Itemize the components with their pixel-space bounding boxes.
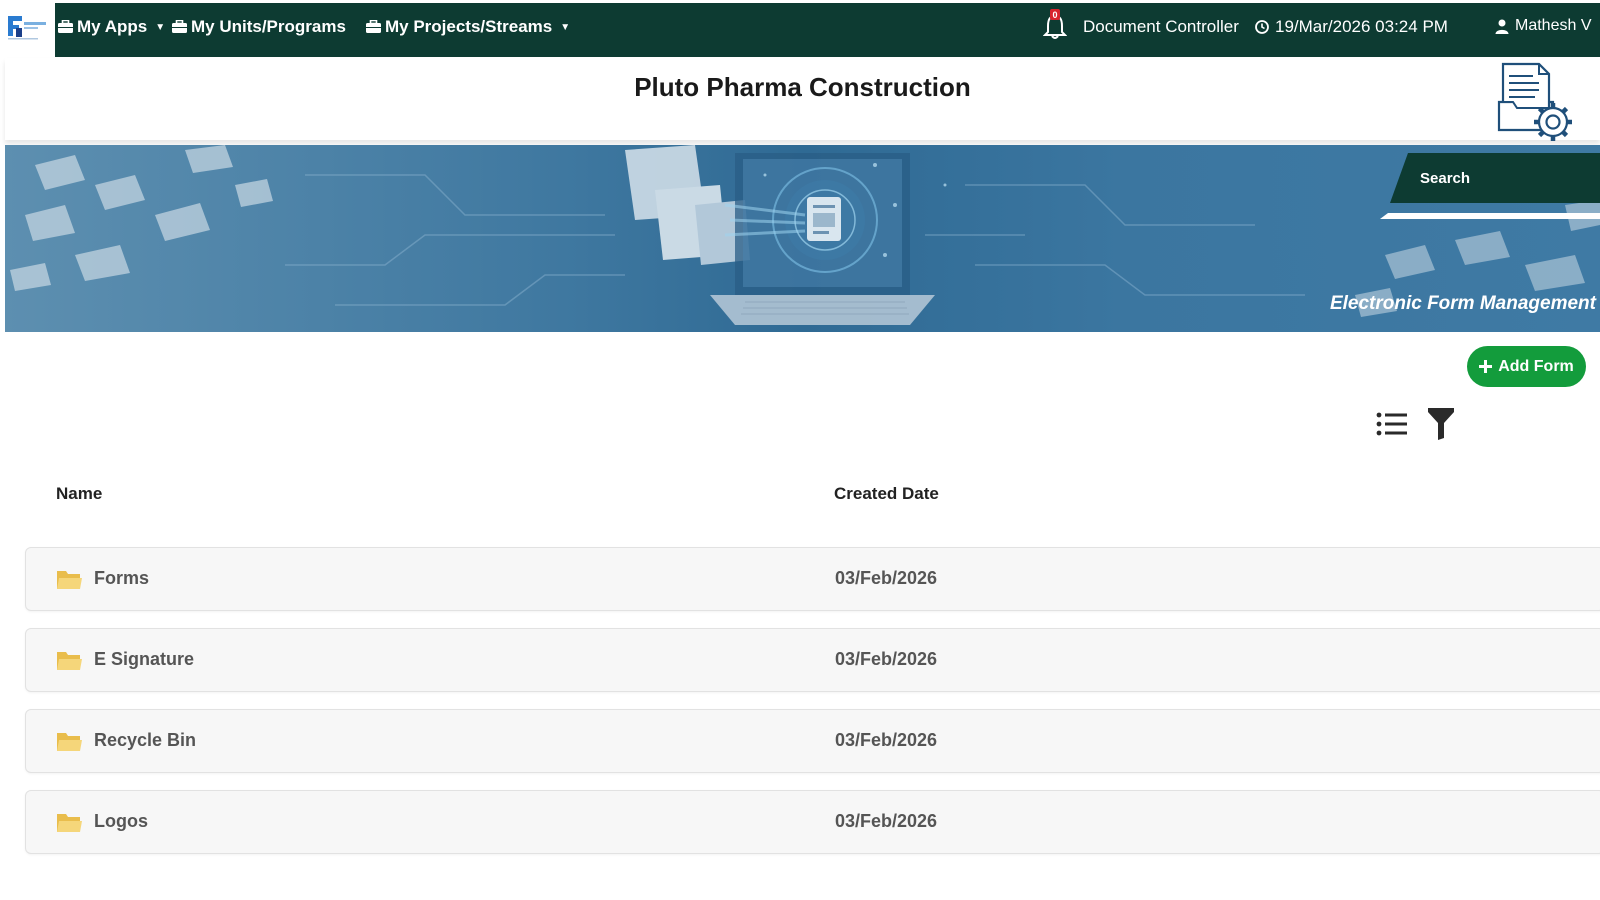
search-box: [1390, 153, 1600, 203]
notifications-button[interactable]: 0: [1043, 7, 1067, 41]
notification-count: 0: [1052, 10, 1057, 20]
hero-banner: Electronic Form Management: [5, 145, 1600, 332]
nav-my-projects-label: My Projects/Streams: [385, 17, 553, 36]
user-menu[interactable]: Mathesh V: [1495, 17, 1591, 35]
folder-icon: [57, 652, 82, 670]
clock-icon: [1255, 20, 1269, 34]
add-form-label: Add Form: [1498, 357, 1574, 375]
bell-icon: 0: [1043, 9, 1067, 39]
search-underline: [1380, 213, 1600, 219]
folder-icon: [57, 733, 82, 751]
nav-my-units-label: My Units/Programs: [191, 17, 346, 36]
folder-icon: [57, 571, 82, 589]
banner-tagline: Electronic Form Management: [1329, 293, 1596, 314]
briefcase-icon: [58, 20, 73, 33]
role-label: Document Controller: [1083, 17, 1239, 36]
user-icon: [1495, 19, 1509, 34]
datetime-text: 19/Mar/2026 03:24 PM: [1275, 17, 1448, 36]
row-name: Recycle Bin: [94, 730, 197, 750]
user-name: Mathesh V: [1515, 17, 1592, 34]
app-logo-icon: [8, 16, 46, 40]
filter-icon[interactable]: [1428, 408, 1454, 440]
row-name: Forms: [94, 568, 150, 588]
row-name: Logos: [94, 811, 148, 831]
search-input[interactable]: [1418, 165, 1598, 191]
nav-my-apps[interactable]: My Apps ▼: [58, 17, 165, 37]
row-name: E Signature: [94, 649, 195, 669]
table-row[interactable]: E Signature 03/Feb/2026: [25, 628, 1600, 692]
list-view-icon[interactable]: [1376, 411, 1408, 437]
page-title: Pluto Pharma Construction: [634, 72, 971, 102]
plus-icon: [1479, 360, 1493, 373]
app-logo[interactable]: [0, 0, 55, 58]
datetime-display: 19/Mar/2026 03:24 PM: [1255, 17, 1448, 37]
nav-my-apps-label: My Apps: [77, 17, 148, 36]
row-date: 03/Feb/2026: [835, 649, 938, 669]
briefcase-icon: [172, 20, 187, 33]
column-header-name[interactable]: Name: [56, 484, 102, 504]
caret-down-icon: ▼: [560, 21, 571, 33]
row-date: 03/Feb/2026: [835, 730, 938, 750]
table-row[interactable]: Recycle Bin 03/Feb/2026: [25, 709, 1600, 773]
table-row[interactable]: Forms 03/Feb/2026: [25, 547, 1600, 611]
folder-icon: [57, 814, 82, 832]
row-date: 03/Feb/2026: [835, 811, 938, 831]
briefcase-icon: [366, 20, 381, 33]
page-header: Pluto Pharma Construction: [5, 58, 1600, 141]
main-navbar: My Apps ▼ My Units/Programs My Projects/…: [55, 3, 1600, 57]
row-date: 03/Feb/2026: [835, 568, 938, 588]
caret-down-icon: ▼: [155, 21, 166, 33]
column-header-created-date[interactable]: Created Date: [834, 484, 939, 504]
top-bar: My Apps ▼ My Units/Programs My Projects/…: [0, 0, 1600, 58]
nav-my-units[interactable]: My Units/Programs: [172, 17, 346, 37]
add-form-button[interactable]: Add Form: [1467, 346, 1586, 387]
document-settings-icon: [1497, 62, 1572, 141]
nav-my-projects[interactable]: My Projects/Streams ▼: [366, 17, 570, 37]
table-row[interactable]: Logos 03/Feb/2026: [25, 790, 1600, 854]
